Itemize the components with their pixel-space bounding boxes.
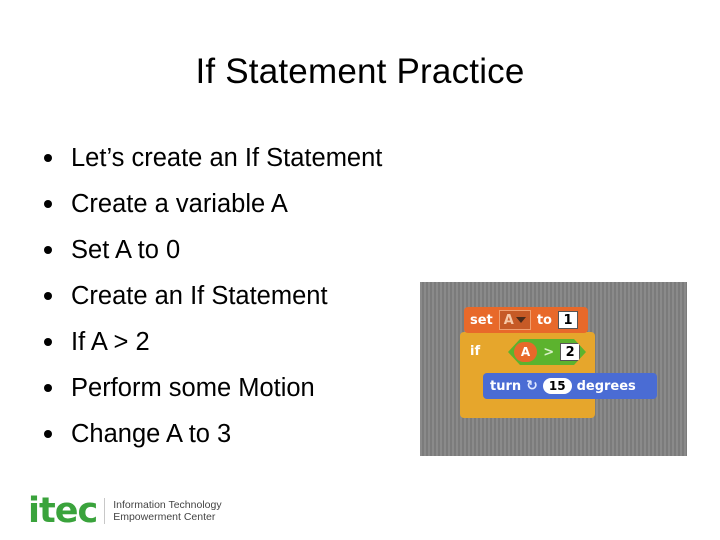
condition-value-field: 2 bbox=[560, 343, 580, 361]
bullet-item: Create an If Statement bbox=[44, 273, 382, 319]
set-value-field: 1 bbox=[558, 311, 578, 329]
logo-text: Information Technology Empowerment Cente… bbox=[113, 499, 222, 523]
bullet-dot-icon bbox=[44, 430, 52, 438]
bullet-dot-icon bbox=[44, 154, 52, 162]
scratch-script-image: set A to 1 if A > 2 turn ↻ 15 degrees bbox=[420, 282, 687, 456]
logo-mark: itec bbox=[28, 491, 98, 531]
itec-logo: itec Information Technology Empowerment … bbox=[28, 491, 222, 531]
bullet-dot-icon bbox=[44, 338, 52, 346]
degrees-value-field: 15 bbox=[542, 378, 572, 394]
turn-block: turn ↻ 15 degrees bbox=[483, 373, 657, 399]
bullet-item: Change A to 3 bbox=[44, 411, 382, 457]
greater-than-condition: A > 2 bbox=[508, 339, 586, 365]
bullet-item: Let’s create an If Statement bbox=[44, 135, 382, 181]
variable-reporter: A bbox=[514, 342, 537, 362]
bullet-item: Perform some Motion bbox=[44, 365, 382, 411]
dropdown-arrow-icon bbox=[515, 317, 526, 323]
bullet-dot-icon bbox=[44, 246, 52, 254]
logo-divider bbox=[104, 498, 106, 524]
variable-dropdown: A bbox=[498, 310, 531, 330]
set-variable-block: set A to 1 bbox=[464, 307, 588, 333]
rotate-clockwise-icon: ↻ bbox=[526, 378, 538, 394]
bullet-dot-icon bbox=[44, 384, 52, 392]
bullet-list: Let’s create an If Statement Create a va… bbox=[44, 135, 382, 457]
bullet-item: Set A to 0 bbox=[44, 227, 382, 273]
bullet-dot-icon bbox=[44, 200, 52, 208]
bullet-dot-icon bbox=[44, 292, 52, 300]
slide-title: If Statement Practice bbox=[195, 52, 525, 91]
bullet-item: If A > 2 bbox=[44, 319, 382, 365]
bullet-item: Create a variable A bbox=[44, 181, 382, 227]
